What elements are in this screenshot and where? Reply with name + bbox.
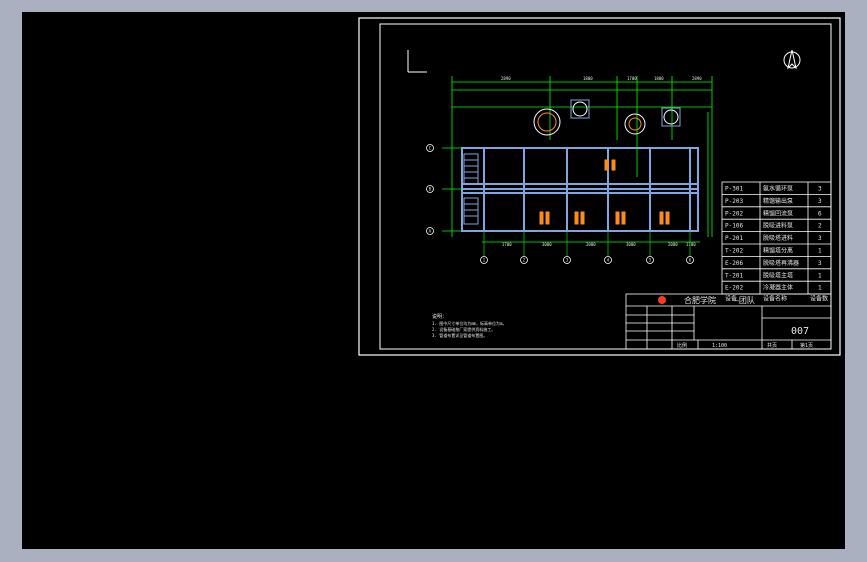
svg-text:3: 3 <box>818 198 822 205</box>
notes-line: 3. 管道布置详见管道布置图。 <box>432 332 487 338</box>
svg-text:1: 1 <box>818 285 822 292</box>
dimension-label: 3000 <box>626 242 636 247</box>
svg-text:E-202: E-202 <box>725 285 743 292</box>
sheet-label: 共页 <box>767 342 777 349</box>
equipment-row: P-202 精馏回流泵 6 <box>725 209 822 217</box>
dimension-label: 2890 <box>501 76 511 81</box>
svg-text:3: 3 <box>818 186 822 193</box>
svg-text:3: 3 <box>818 235 822 242</box>
grid-axis-bubble: 5 <box>646 231 654 264</box>
grid-axis-bubble: A <box>426 227 434 235</box>
svg-text:1: 1 <box>818 248 822 255</box>
svg-text:A: A <box>429 229 432 234</box>
svg-text:P-301: P-301 <box>725 186 743 193</box>
grid-axis-bubble: 2 <box>520 231 528 264</box>
equipment-row: T-202 精馏塔分离 1 <box>725 247 822 255</box>
equipment-row: E-206 脱吸塔再沸器 3 <box>725 259 822 267</box>
dimension-label: 2000 <box>586 242 596 247</box>
svg-text:1: 1 <box>818 272 822 279</box>
scale-label: 比例 <box>677 342 687 349</box>
svg-text:冷凝器主体: 冷凝器主体 <box>763 284 793 292</box>
equipment-row: E-202 冷凝器主体 1 <box>725 284 822 292</box>
svg-text:T-201: T-201 <box>725 272 743 279</box>
dimension-label: 1700 <box>686 242 696 247</box>
svg-text:2: 2 <box>523 258 526 263</box>
drawing-sheet: 2890 1800 1700 1800 2890 1700 3000 2000 3000 200… <box>358 17 841 356</box>
scale-value: 1:100 <box>712 343 727 349</box>
notes-line: 2. 设备基础按厂家提供资料施工。 <box>432 326 495 332</box>
grid-axis-bubble: 4 <box>604 231 612 264</box>
svg-text:C: C <box>429 146 432 151</box>
equipment-row: P-106 脱吸进料泵 2 <box>725 222 822 230</box>
grid-axis-numbers: 1 2 3 4 5 6 <box>480 231 694 264</box>
dimension-label: 1700 <box>627 76 637 81</box>
grid-axis-bubble: 3 <box>563 231 571 264</box>
svg-text:脱吸塔再沸器: 脱吸塔再沸器 <box>763 259 799 267</box>
svg-text:6: 6 <box>689 258 692 263</box>
svg-text:P-202: P-202 <box>725 210 743 217</box>
svg-text:3: 3 <box>566 258 569 263</box>
tank-square-left <box>570 99 590 119</box>
svg-text:脱吸塔主塔: 脱吸塔主塔 <box>763 271 793 279</box>
title-org: 合肥学院 <box>684 295 716 305</box>
grid-axis-bubble: 1 <box>480 231 488 264</box>
svg-text:P-203: P-203 <box>725 198 743 205</box>
title-team: —团队 <box>734 295 755 305</box>
svg-text:精馏塔分离: 精馏塔分离 <box>763 247 793 255</box>
dimension-label: 1800 <box>654 76 664 81</box>
svg-text:T-202: T-202 <box>725 248 743 255</box>
drawing-notes: 说明： 1. 图中尺寸单位均为mm，标高单位为m。 2. 设备基础按厂家提供资料… <box>432 313 506 338</box>
vessel-medium <box>624 113 646 135</box>
notes-line: 1. 图中尺寸单位均为mm，标高单位为m。 <box>432 320 506 326</box>
equipment-row: T-201 脱吸塔主塔 1 <box>725 271 822 279</box>
drawing-number: 007 <box>791 326 809 337</box>
svg-text:3: 3 <box>818 260 822 267</box>
grid-axis-bubble: 6 <box>686 231 694 264</box>
svg-text:P-201: P-201 <box>725 235 743 242</box>
equipment-row: P-201 脱吸塔进料 3 <box>725 234 822 242</box>
grid-axis-letters: C B A <box>426 144 434 235</box>
svg-text:4: 4 <box>607 258 610 263</box>
north-arrow-icon <box>783 49 801 70</box>
svg-text:氨水循环泵: 氨水循环泵 <box>763 185 793 193</box>
svg-text:6: 6 <box>818 210 822 217</box>
svg-text:脱吸塔进料: 脱吸塔进料 <box>763 234 793 242</box>
org-logo-icon <box>658 296 666 304</box>
equipment-row: P-301 氨水循环泵 3 <box>725 185 822 193</box>
svg-text:脱吸进料泵: 脱吸进料泵 <box>763 222 793 230</box>
dimension-label: 2890 <box>692 76 702 81</box>
dimension-label: 2000 <box>668 242 678 247</box>
dimension-label: 3000 <box>542 242 552 247</box>
svg-text:E-206: E-206 <box>725 260 743 267</box>
svg-text:设备名称: 设备名称 <box>763 295 787 303</box>
sheet-value: 第1页 <box>800 342 813 349</box>
svg-text:P-106: P-106 <box>725 223 743 230</box>
svg-text:精馏输出泵: 精馏输出泵 <box>763 197 793 205</box>
svg-text:B: B <box>429 187 432 192</box>
notes-heading: 说明： <box>432 313 447 320</box>
grid-axis-bubble: B <box>426 185 434 193</box>
cad-viewport[interactable]: 2890 1800 1700 1800 2890 1700 3000 2000 3000 200… <box>22 12 845 549</box>
svg-text:1: 1 <box>483 258 486 263</box>
tank-square-right <box>661 107 681 127</box>
svg-text:设备数: 设备数 <box>810 295 828 303</box>
dimension-label: 1800 <box>583 76 593 81</box>
grid-axis-bubble: C <box>426 144 434 152</box>
equipment-row: P-203 精馏输出泵 3 <box>725 197 822 205</box>
svg-text:5: 5 <box>649 258 652 263</box>
dimension-label: 1700 <box>502 242 512 247</box>
vessel-large <box>533 108 561 136</box>
svg-text:精馏回流泵: 精馏回流泵 <box>763 209 793 217</box>
svg-text:2: 2 <box>818 223 822 230</box>
ucs-icon <box>407 50 427 73</box>
dimension-text-bottom: 1700 3000 2000 3000 2000 1700 <box>502 242 696 247</box>
